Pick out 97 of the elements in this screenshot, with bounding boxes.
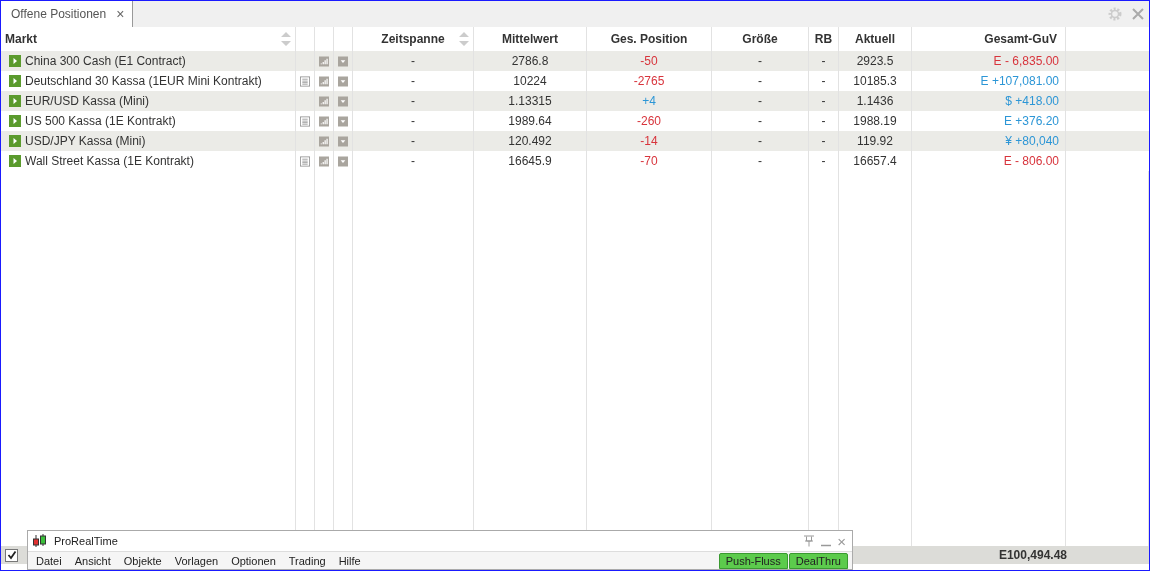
column-header: Größe [742,32,778,46]
market-name[interactable]: EUR/USD Kassa (Mini) [25,94,150,108]
period-cell: - [411,134,415,148]
size-cell: - [758,74,762,88]
chart-icon[interactable] [319,74,329,88]
column-header: Markt [5,32,37,46]
size-cell: - [758,154,762,168]
chart-icon[interactable] [319,54,329,68]
position-cell: -50 [640,54,658,68]
size-cell: - [758,134,762,148]
toolbar-button[interactable]: Push-Fluss [718,552,788,569]
chart-icon[interactable] [319,154,329,168]
pnl-cell: E +107,081.00 [980,74,1059,88]
total-value: E100,494.48 [998,548,1067,562]
period-cell: - [411,74,415,88]
column-header: Gesamt-GuV [984,32,1057,46]
size-cell: - [758,54,762,68]
rb-cell: - [821,94,826,108]
average-cell: 1989.64 [508,114,552,128]
dropdown-icon[interactable] [338,74,348,88]
column-header: Ges. Position [610,32,688,46]
news-icon[interactable] [300,154,310,168]
news-icon[interactable] [300,74,310,88]
news-icon[interactable] [300,114,310,128]
market-name[interactable]: Deutschland 30 Kassa (1EUR Mini Kontrakt) [25,74,262,88]
menu-item[interactable]: Objekte [123,553,162,568]
pnl-cell: E +376.20 [1003,114,1059,128]
average-cell: 1.13315 [508,94,552,108]
pnl-cell: ¥ +80,040 [1005,134,1059,148]
column-header: RB [814,32,833,46]
chart-icon[interactable] [319,114,329,128]
rb-cell: - [821,134,826,148]
dropdown-icon[interactable] [338,154,348,168]
play-icon[interactable] [9,95,21,107]
menu-item[interactable]: Hilfe [338,553,361,568]
pnl-cell: E - 806.00 [1003,154,1059,168]
period-cell: - [411,114,415,128]
checkbox[interactable] [5,548,18,562]
play-icon[interactable] [9,75,21,87]
position-cell: -260 [637,114,661,128]
position-cell: -14 [640,134,658,148]
average-cell: 10224 [513,74,547,88]
period-cell: - [411,154,415,168]
menu-item[interactable]: Ansicht [74,553,111,568]
position-cell: +4 [642,94,656,108]
rb-cell: - [821,114,826,128]
average-cell: 120.492 [508,134,552,148]
play-icon[interactable] [9,135,21,147]
dropdown-icon[interactable] [338,134,348,148]
dropdown-icon[interactable] [338,114,348,128]
market-name[interactable]: US 500 Kassa (1E Kontrakt) [25,114,176,128]
period-cell: - [411,54,415,68]
current-cell: 1.1436 [856,94,894,108]
chart-icon[interactable] [319,94,329,108]
play-icon[interactable] [9,55,21,67]
pnl-cell: $ +418.00 [1005,94,1059,108]
current-cell: 10185.3 [853,74,897,88]
market-name[interactable]: USD/JPY Kassa (Mini) [25,134,146,148]
column-header: Mittelwert [502,32,558,46]
column-header: Aktuell [855,32,895,46]
play-icon[interactable] [9,155,21,167]
settings-icon[interactable] [1106,5,1124,23]
market-name[interactable]: Wall Street Kassa (1E Kontrakt) [25,154,194,168]
average-cell: 2786.8 [511,54,549,68]
window-title: ProRealTime [54,535,119,547]
menu-item[interactable]: Datei [36,553,62,568]
sort-icon[interactable] [281,31,291,47]
rb-cell: - [821,154,826,168]
menu-item[interactable]: Optionen [231,553,276,568]
close-icon[interactable]: × [116,6,125,22]
current-cell: 1988.19 [853,114,897,128]
candlestick-icon [32,534,48,548]
sort-icon[interactable] [459,31,469,47]
dropdown-icon[interactable] [338,94,348,108]
pin-icon[interactable] [803,535,816,547]
dropdown-icon[interactable] [338,54,348,68]
period-cell: - [411,94,415,108]
position-cell: -2765 [633,74,665,88]
play-icon[interactable] [9,115,21,127]
market-name[interactable]: China 300 Cash (E1 Contract) [25,54,186,68]
toolbar-button[interactable]: DealThru [788,552,848,569]
position-cell: -70 [640,154,658,168]
menu-item[interactable]: Vorlagen [174,553,219,568]
rb-cell: - [821,74,826,88]
chart-icon[interactable] [319,134,329,148]
current-cell: 2923.5 [856,54,894,68]
rb-cell: - [821,54,826,68]
average-cell: 16645.9 [508,154,552,168]
pnl-cell: E - 6,835.00 [993,54,1059,68]
column-header: Zeitspanne [381,32,445,46]
size-cell: - [758,114,762,128]
size-cell: - [758,94,762,108]
menu-item[interactable]: Trading [288,553,326,568]
tab[interactable]: Offene Positionen × [1,1,134,27]
close-icon[interactable] [1132,8,1144,20]
current-cell: 119.92 [857,134,893,148]
current-cell: 16657.4 [853,154,897,168]
